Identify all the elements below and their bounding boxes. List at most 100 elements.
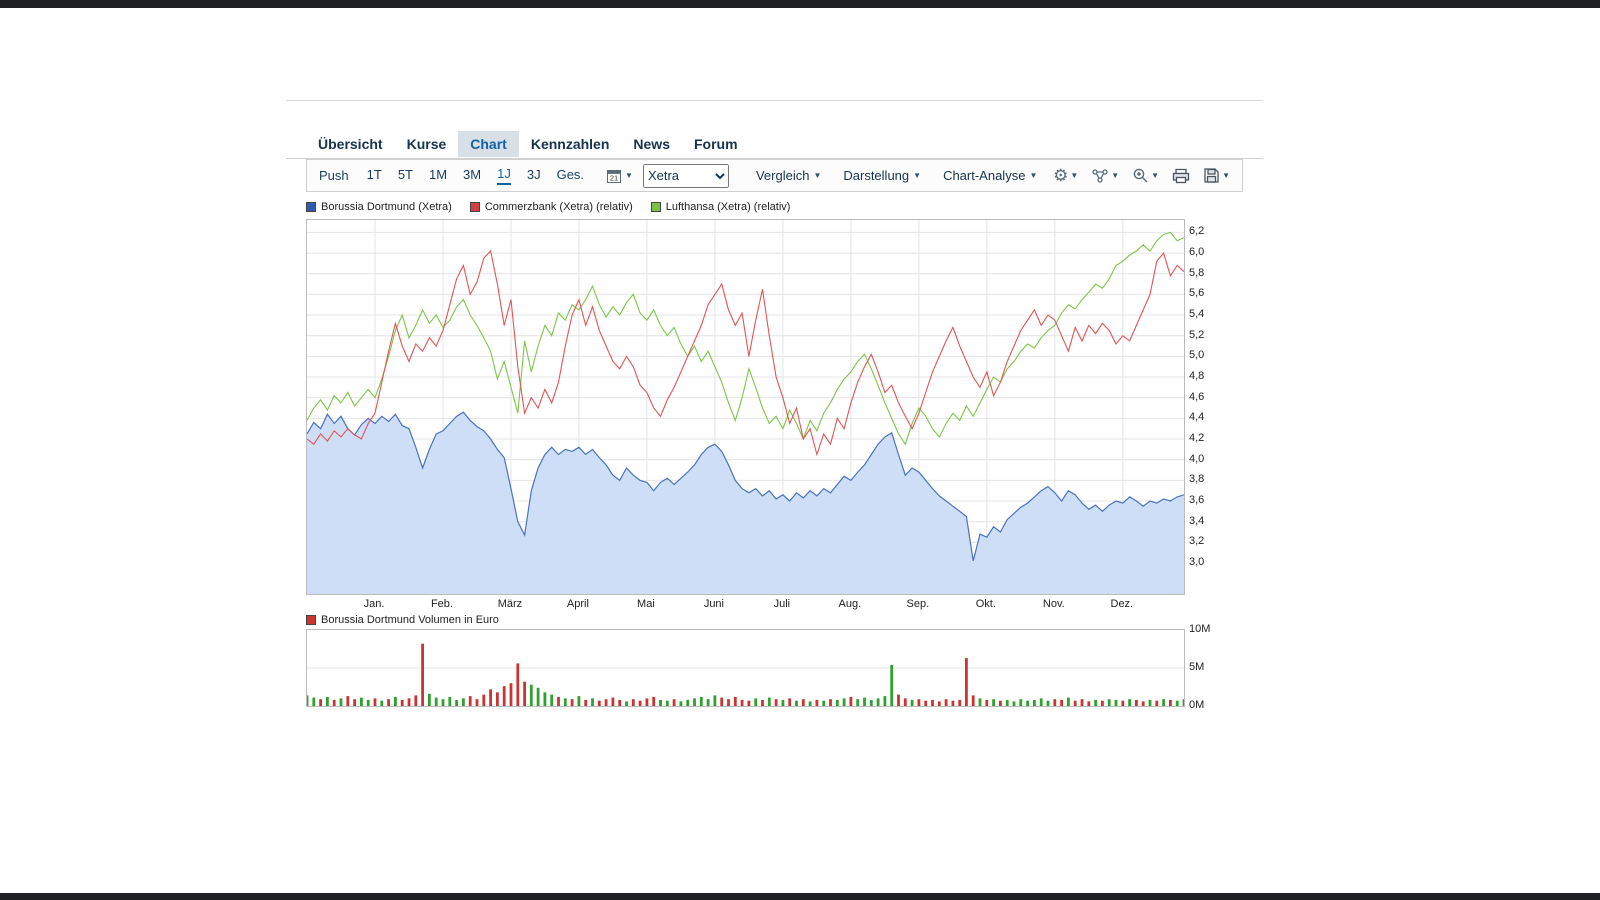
y-axis-tick: 6,0	[1189, 246, 1205, 259]
price-chart-canvas	[307, 220, 1184, 594]
window-bottom-edge	[0, 893, 1600, 900]
printer-icon	[1172, 168, 1190, 183]
y-axis-tick: 4,2	[1189, 432, 1205, 445]
range-button-3m[interactable]: 3M	[463, 167, 481, 184]
tab-chart[interactable]: Chart	[458, 131, 519, 157]
y-axis-tick: 6,2	[1189, 225, 1205, 238]
window-top-edge	[0, 0, 1600, 8]
x-axis-tick: Aug.	[838, 598, 862, 610]
volume-y-tick: 0M	[1189, 699, 1205, 711]
y-axis-tick: 3,0	[1189, 556, 1205, 568]
zoom-button[interactable]: ▼	[1132, 167, 1159, 184]
x-axis-tick: Juni	[703, 598, 724, 610]
chevron-down-icon: ▼	[625, 171, 633, 180]
y-axis-tick: 5,0	[1189, 349, 1205, 362]
y-axis-tick: 3,6	[1189, 494, 1205, 507]
chart-page: Übersicht Kurse Chart Kennzahlen News Forum P…	[286, 100, 1263, 741]
menu-vergleich[interactable]: Vergleich ▼	[756, 168, 821, 183]
chevron-down-icon: ▼	[913, 171, 922, 180]
legend-item-lufthansa[interactable]: Lufthansa (Xetra) (relativ)	[650, 201, 791, 213]
volume-legend-swatch	[306, 615, 316, 625]
x-axis-tick: April	[566, 598, 589, 610]
print-button[interactable]	[1172, 168, 1190, 184]
tab-kurse[interactable]: Kurse	[395, 131, 459, 157]
chevron-down-icon: ▼	[1029, 171, 1038, 180]
range-button-5t[interactable]: 5T	[398, 167, 413, 184]
volume-y-tick: 5M	[1189, 661, 1205, 673]
y-axis-tick: 3,2	[1189, 535, 1205, 548]
chevron-down-icon: ▼	[813, 171, 822, 180]
zoom-icon	[1133, 168, 1148, 183]
y-axis-tick: 4,6	[1189, 390, 1205, 403]
volume-y-tick: 10M	[1189, 623, 1211, 635]
menu-label: Chart-Analyse	[943, 168, 1026, 183]
menu-label: Vergleich	[755, 168, 810, 183]
x-axis-tick: Sep.	[906, 598, 930, 610]
legend-item-commerzbank[interactable]: Commerzbank (Xetra) (relativ)	[469, 201, 633, 213]
legend-swatch	[469, 202, 480, 212]
range-button-3j[interactable]: 3J	[527, 167, 541, 184]
menu-darstellung[interactable]: Darstellung ▼	[843, 168, 921, 183]
price-chart[interactable]	[306, 219, 1185, 595]
tab-kennzahlen[interactable]: Kennzahlen	[519, 131, 622, 157]
price-legend: Borussia Dortmund (Xetra) Commerzbank (Xe…	[306, 201, 790, 213]
calendar-button[interactable]: 21 ▼	[606, 168, 633, 184]
legend-item-borussia[interactable]: Borussia Dortmund (Xetra)	[306, 201, 452, 213]
exchange-select[interactable]: Xetra	[642, 163, 729, 188]
nav-tabs: Übersicht Kurse Chart Kennzahlen News Forum	[306, 131, 750, 157]
tab-forum[interactable]: Forum	[682, 131, 750, 157]
range-button-1m[interactable]: 1M	[429, 167, 447, 184]
page: Übersicht Kurse Chart Kennzahlen News Forum P…	[0, 0, 1600, 900]
x-axis-tick: Feb.	[430, 598, 453, 610]
volume-chart-canvas	[307, 643, 1184, 706]
x-axis-tick: März	[497, 598, 523, 610]
x-axis-tick: Jan.	[363, 598, 385, 610]
y-axis-tick: 5,6	[1189, 287, 1205, 300]
y-axis-tick: 4,4	[1189, 411, 1205, 424]
x-axis-tick: Mai	[637, 598, 655, 610]
calendar-icon: 21	[607, 169, 622, 183]
chart-toolbar: Push 1T 5T 1M 3M 1J 3J Ges. 21 ▼ Xetra Verglei…	[306, 159, 1243, 192]
y-axis-tick: 3,4	[1189, 514, 1205, 527]
x-axis-tick: Nov.	[1042, 598, 1065, 610]
range-button-1j[interactable]: 1J	[497, 166, 511, 185]
tab-news[interactable]: News	[621, 131, 682, 157]
svg-text:21: 21	[610, 173, 618, 182]
volume-chart	[306, 629, 1185, 707]
volume-legend-label: Borussia Dortmund Volumen in Euro	[321, 614, 499, 626]
volume-legend: Borussia Dortmund Volumen in Euro	[306, 614, 499, 626]
range-buttons: 1T 5T 1M 3M 1J 3J Ges.	[359, 166, 592, 185]
x-axis-tick: Juli	[773, 598, 791, 610]
y-axis-tick: 5,2	[1189, 328, 1205, 341]
gear-icon: ⚙	[1053, 166, 1069, 185]
y-axis-tick: 4,8	[1189, 370, 1205, 383]
legend-swatch	[650, 202, 661, 212]
chevron-down-icon: ▼	[1151, 171, 1160, 180]
tab-bersicht[interactable]: Übersicht	[306, 131, 395, 157]
y-axis-tick: 5,4	[1189, 308, 1205, 321]
range-button-1t[interactable]: 1T	[367, 167, 382, 184]
y-axis-tick: 5,8	[1189, 266, 1205, 279]
menu-label: Darstellung	[843, 168, 910, 183]
indicators-button[interactable]: ▼	[1091, 168, 1119, 184]
legend-swatch	[306, 202, 316, 212]
x-axis-tick: Okt.	[975, 598, 996, 610]
toolbar-icons: ⚙ ▼ ▼ ▼ ▼	[1053, 167, 1242, 184]
legend-label: Borussia Dortmund (Xetra)	[321, 201, 452, 213]
y-axis-tick: 4,0	[1189, 452, 1205, 465]
push-label[interactable]: Push	[319, 168, 349, 183]
range-button-ges[interactable]: Ges.	[557, 167, 584, 184]
legend-label: Commerzbank (Xetra) (relativ)	[484, 201, 633, 213]
legend-label: Lufthansa (Xetra) (relativ)	[665, 201, 791, 213]
settings-button[interactable]: ⚙ ▼	[1053, 167, 1078, 184]
y-axis-tick: 3,8	[1189, 473, 1205, 486]
chevron-down-icon: ▼	[1070, 171, 1079, 180]
chevron-down-icon: ▼	[1111, 171, 1120, 180]
x-axis-tick: Dez.	[1110, 598, 1134, 610]
chevron-down-icon: ▼	[1222, 171, 1230, 180]
toolbar-menus: Vergleich ▼ Darstellung ▼ Chart-Analyse ▼	[745, 168, 1048, 183]
save-button[interactable]: ▼	[1203, 167, 1230, 184]
save-icon	[1204, 168, 1219, 183]
menu-chart-analyse[interactable]: Chart-Analyse ▼	[943, 168, 1037, 183]
nodes-icon	[1092, 168, 1108, 183]
